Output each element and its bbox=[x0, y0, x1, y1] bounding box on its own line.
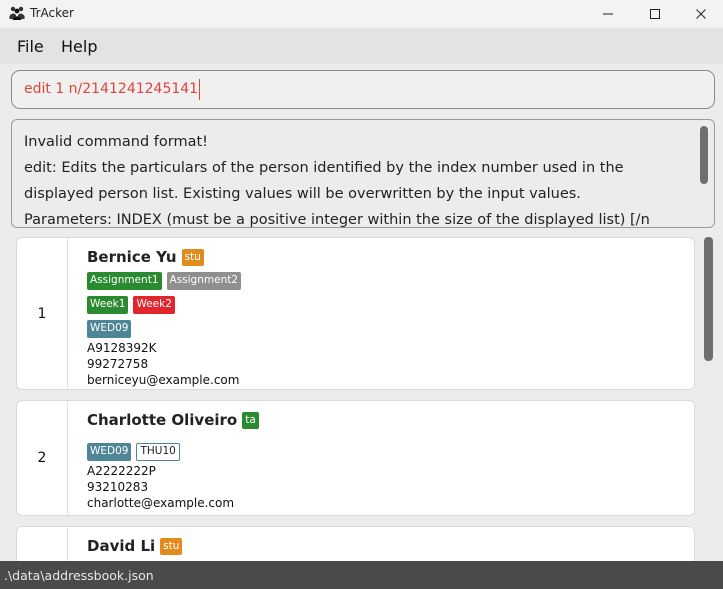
result-line: edit: Edits the particulars of the perso… bbox=[24, 160, 624, 176]
person-index: 1 bbox=[17, 238, 68, 389]
person-card[interactable]: 1 Bernice Yu stu Assignment1 Assignment2… bbox=[16, 237, 695, 390]
email-address: berniceyu@example.com bbox=[87, 373, 240, 387]
menu-bar: File Help bbox=[0, 28, 723, 64]
status-bar: .\data\addressbook.json bbox=[0, 561, 723, 589]
result-line: Parameters: INDEX (must be a positive in… bbox=[24, 212, 650, 228]
person-name: Charlotte Oliveiro bbox=[87, 411, 238, 429]
result-line: displayed person list. Existing values w… bbox=[24, 186, 581, 202]
menu-help[interactable]: Help bbox=[61, 37, 97, 56]
slot-tag: THU10 bbox=[136, 443, 180, 461]
result-display[interactable]: Invalid command format! edit: Edits the … bbox=[11, 119, 715, 228]
minimize-button[interactable] bbox=[585, 0, 631, 28]
assignment-tag: Assignment2 bbox=[166, 272, 242, 290]
person-index: 3 bbox=[17, 527, 68, 561]
close-button[interactable] bbox=[678, 0, 723, 28]
slot-tag: WED09 bbox=[87, 443, 132, 461]
phone-number: 93210283 bbox=[87, 480, 149, 494]
close-icon bbox=[696, 9, 706, 19]
role-tag: ta bbox=[242, 411, 259, 429]
title-bar: TrAcker bbox=[0, 0, 723, 28]
role-tag: stu bbox=[181, 248, 204, 266]
minimize-icon bbox=[603, 13, 613, 15]
text-caret bbox=[199, 79, 200, 100]
assignment-tag: Assignment1 bbox=[87, 272, 162, 290]
command-input[interactable]: edit 1 n/2141241245141 bbox=[11, 70, 715, 109]
person-card[interactable]: 3 David Li stu bbox=[16, 526, 695, 561]
app-title: TrAcker bbox=[30, 6, 74, 20]
list-scrollbar-thumb[interactable] bbox=[704, 237, 713, 361]
week-tag: Week1 bbox=[87, 296, 129, 314]
result-line: Invalid command format! bbox=[24, 134, 208, 150]
app-icon bbox=[9, 6, 25, 20]
slot-tag: WED09 bbox=[87, 320, 132, 338]
maximize-icon bbox=[650, 9, 660, 19]
person-index: 2 bbox=[17, 401, 68, 515]
person-name: David Li bbox=[87, 537, 156, 555]
week-tag: Week2 bbox=[133, 296, 175, 314]
person-list[interactable]: 1 Bernice Yu stu Assignment1 Assignment2… bbox=[0, 232, 723, 561]
save-location: .\data\addressbook.json bbox=[4, 568, 154, 583]
person-card[interactable]: 2 Charlotte Oliveiro ta WED09 THU10 A222… bbox=[16, 400, 695, 516]
command-input-value: edit 1 n/2141241245141 bbox=[24, 81, 199, 97]
result-scrollbar-thumb[interactable] bbox=[700, 126, 708, 184]
role-tag: stu bbox=[160, 537, 183, 555]
menu-file[interactable]: File bbox=[17, 37, 44, 56]
student-id: A9128392K bbox=[87, 341, 157, 355]
maximize-button[interactable] bbox=[632, 0, 678, 28]
student-id: A2222222P bbox=[87, 464, 156, 478]
phone-number: 99272758 bbox=[87, 357, 149, 371]
email-address: charlotte@example.com bbox=[87, 496, 235, 510]
person-name: Bernice Yu bbox=[87, 248, 177, 266]
